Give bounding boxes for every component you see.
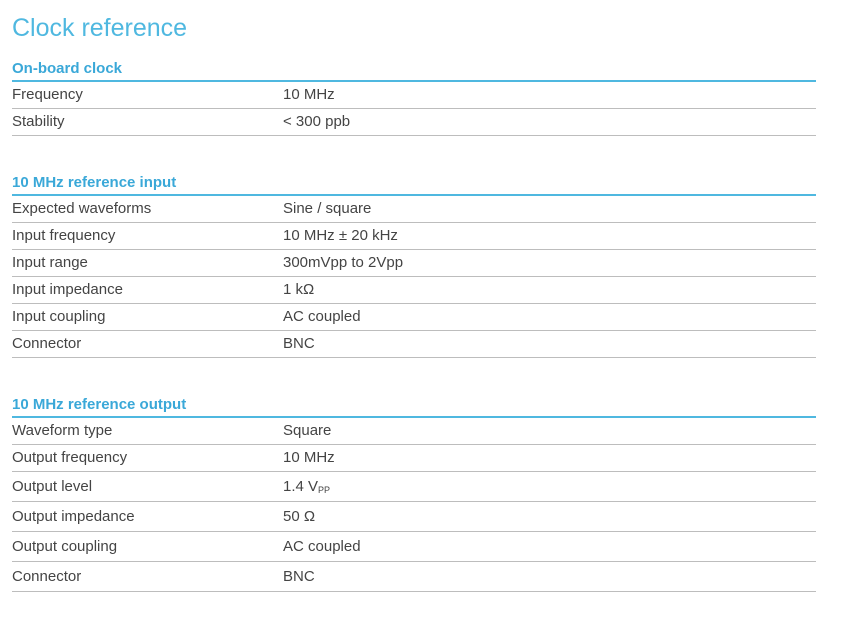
- spec-label: Expected waveforms: [12, 200, 152, 217]
- spec-value: BNC: [283, 335, 315, 352]
- section-header: 10 MHz reference input: [12, 172, 816, 196]
- spec-label: Output frequency: [12, 449, 128, 466]
- table-row: Connector BNC: [12, 562, 816, 592]
- section-reference-input: 10 MHz reference input Expected waveform…: [12, 172, 816, 358]
- spec-value-subscript: PP: [318, 485, 331, 495]
- spec-label: Output coupling: [12, 538, 118, 555]
- table-row: Output coupling AC coupled: [12, 532, 816, 562]
- spec-label: Input frequency: [12, 227, 116, 244]
- spec-label: Output impedance: [12, 508, 135, 525]
- table-row: Frequency 10 MHz: [12, 82, 816, 109]
- spec-value: 1 kΩ: [283, 281, 315, 298]
- section-reference-output: 10 MHz reference output Waveform type Sq…: [12, 394, 816, 592]
- spec-value: 10 MHz ± 20 kHz: [283, 227, 398, 244]
- spec-value: 300mVpp to 2Vpp: [283, 254, 404, 271]
- table-row: Output level 1.4 VPP: [12, 472, 816, 502]
- table-row: Input impedance 1 kΩ: [12, 277, 816, 304]
- table-row: Stability < 300 ppb: [12, 109, 816, 136]
- spec-label: Input impedance: [12, 281, 123, 298]
- spec-label: Frequency: [12, 86, 83, 103]
- table-row: Output frequency 10 MHz: [12, 445, 816, 472]
- table-row: Input frequency 10 MHz ± 20 kHz: [12, 223, 816, 250]
- spec-label: Input coupling: [12, 308, 106, 325]
- table-row: Connector BNC: [12, 331, 816, 358]
- section-on-board-clock: On-board clock Frequency 10 MHz Stabilit…: [12, 58, 816, 136]
- spec-value: 10 MHz: [283, 449, 335, 466]
- spec-value: Square: [283, 422, 332, 439]
- spec-value: BNC: [283, 568, 315, 585]
- spec-label: Waveform type: [12, 422, 113, 439]
- spec-value: 1.4 VPP: [283, 472, 330, 503]
- page-title: Clock reference: [12, 14, 188, 42]
- section-header: On-board clock: [12, 58, 816, 82]
- spec-value-main: 1.4 V: [283, 478, 319, 495]
- table-row: Expected waveforms Sine / square: [12, 196, 816, 223]
- spec-label: Stability: [12, 113, 65, 130]
- spec-label: Input range: [12, 254, 88, 271]
- spec-label: Output level: [12, 478, 93, 495]
- section-header: 10 MHz reference output: [12, 394, 816, 418]
- table-row: Waveform type Square: [12, 418, 816, 445]
- table-row: Input coupling AC coupled: [12, 304, 816, 331]
- table-row: Input range 300mVpp to 2Vpp: [12, 250, 816, 277]
- spec-value: Sine / square: [283, 200, 372, 217]
- table-row: Output impedance 50 Ω: [12, 502, 816, 532]
- spec-value: AC coupled: [283, 308, 361, 325]
- spec-value: AC coupled: [283, 538, 361, 555]
- spec-value: 50 Ω: [283, 508, 316, 525]
- spec-value: < 300 ppb: [283, 113, 351, 130]
- spec-label: Connector: [12, 568, 82, 585]
- spec-page: Clock reference On-board clock Frequency…: [0, 0, 843, 623]
- spec-label: Connector: [12, 335, 82, 352]
- spec-value: 10 MHz: [283, 86, 335, 103]
